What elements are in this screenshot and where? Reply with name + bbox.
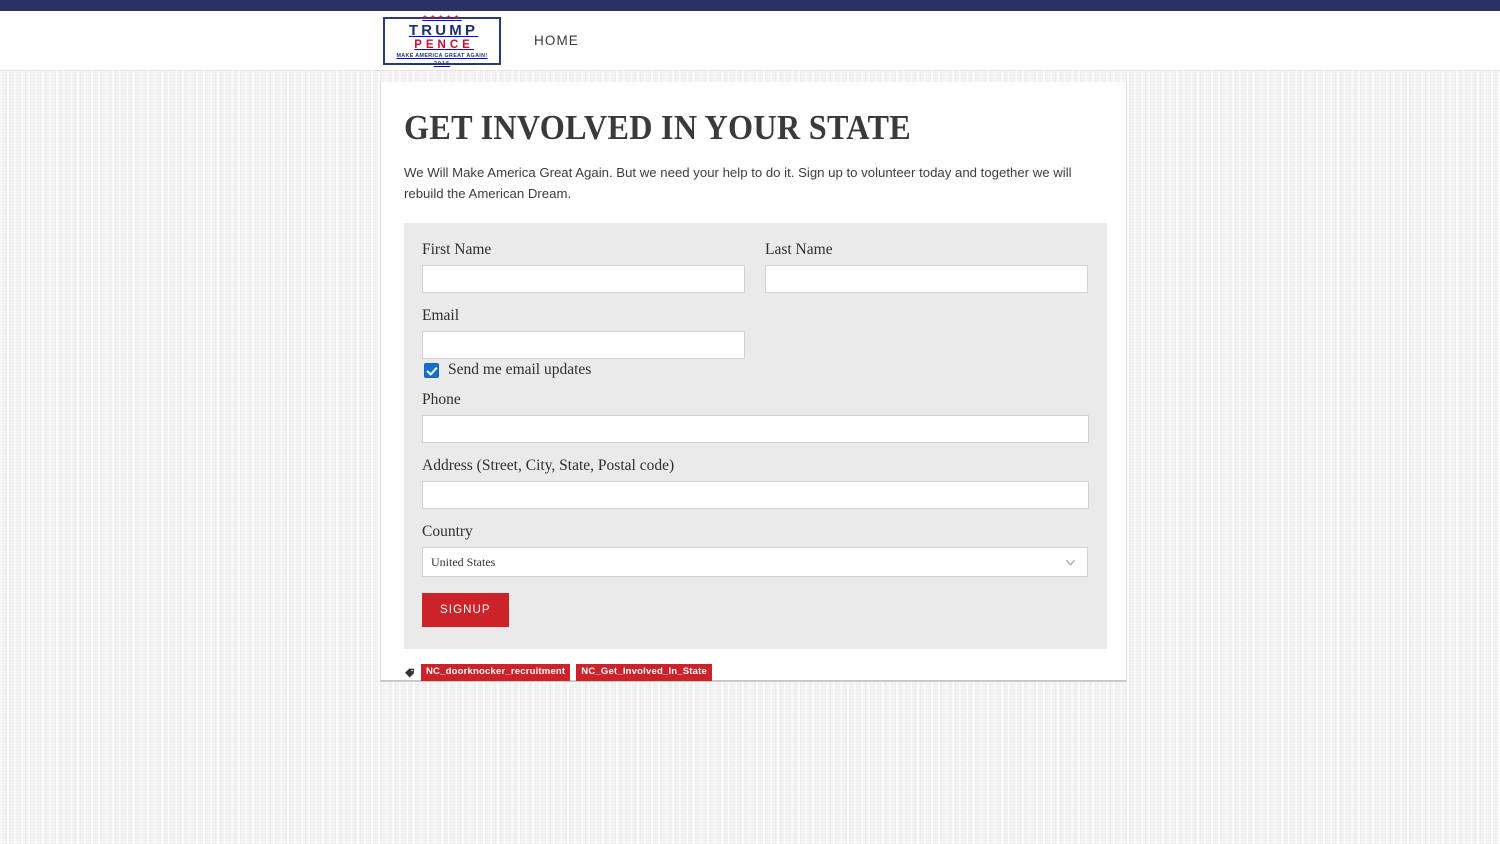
country-field-group: Country United States (422, 523, 1089, 578)
first-name-label: First Name (422, 241, 492, 259)
tags-row: NC_doorknocker_recruitment NC_Get_Involv… (404, 664, 1103, 681)
logo-slogan: MAKE AMERICA GREAT AGAIN! (396, 53, 488, 60)
country-select-wrap: United States (422, 547, 1088, 578)
primary-nav: HOME (532, 27, 581, 54)
email-input[interactable] (422, 331, 745, 360)
logo-stars: ★★★★★ (422, 14, 462, 21)
nav-item-home[interactable]: HOME (532, 27, 581, 54)
trump-pence-logo[interactable]: ★★★★★ TRUMP PENCE MAKE AMERICA GREAT AGA… (383, 14, 501, 68)
first-name-field-group: First Name (422, 241, 745, 294)
tag-item[interactable]: NC_doorknocker_recruitment (421, 664, 571, 681)
logo-rule-left (408, 63, 431, 65)
phone-field-group: Phone (422, 391, 1089, 444)
page-title: GET INVOLVED IN YOUR STATE (404, 108, 911, 147)
country-select[interactable]: United States (422, 547, 1088, 578)
logo-year: 2016 (433, 60, 451, 67)
phone-label: Phone (422, 391, 461, 409)
email-field-group: Email (422, 307, 745, 360)
email-updates-checkbox[interactable] (424, 362, 439, 378)
site-header: ★★★★★ TRUMP PENCE MAKE AMERICA GREAT AGA… (0, 11, 1500, 71)
signup-button[interactable]: SIGNUP (422, 593, 509, 628)
address-label: Address (Street, City, State, Postal cod… (422, 457, 675, 475)
last-name-field-group: Last Name (765, 241, 1088, 294)
address-input[interactable] (422, 481, 1089, 510)
top-accent-bar (0, 0, 1500, 11)
name-row: First Name Last Name (422, 241, 1089, 307)
email-updates-label: Send me email updates (448, 361, 592, 379)
intro-paragraph: We Will Make America Great Again. But we… (404, 164, 1072, 202)
page-background: GET INVOLVED IN YOUR STATE We Will Make … (0, 71, 1500, 844)
tag-item[interactable]: NC_Get_Involved_In_State (576, 664, 712, 681)
country-label: Country (422, 523, 473, 541)
logo-name-pence: PENCE (414, 38, 474, 51)
content-card: GET INVOLVED IN YOUR STATE We Will Make … (380, 82, 1127, 682)
email-updates-checkbox-row[interactable]: Send me email updates (424, 361, 1089, 379)
signup-form: First Name Last Name Email Send me email… (404, 223, 1107, 650)
tag-icon (405, 668, 414, 678)
header-inner: ★★★★★ TRUMP PENCE MAKE AMERICA GREAT AGA… (0, 14, 1500, 68)
logo-name-trump: TRUMP (408, 21, 479, 39)
logo-rule-right (453, 63, 476, 65)
first-name-input[interactable] (422, 265, 745, 294)
phone-input[interactable] (422, 415, 1089, 444)
email-label: Email (422, 307, 460, 325)
logo-year-row: 2016 (408, 60, 476, 68)
last-name-input[interactable] (765, 265, 1088, 294)
address-field-group: Address (Street, City, State, Postal cod… (422, 457, 1089, 510)
last-name-label: Last Name (765, 241, 833, 259)
